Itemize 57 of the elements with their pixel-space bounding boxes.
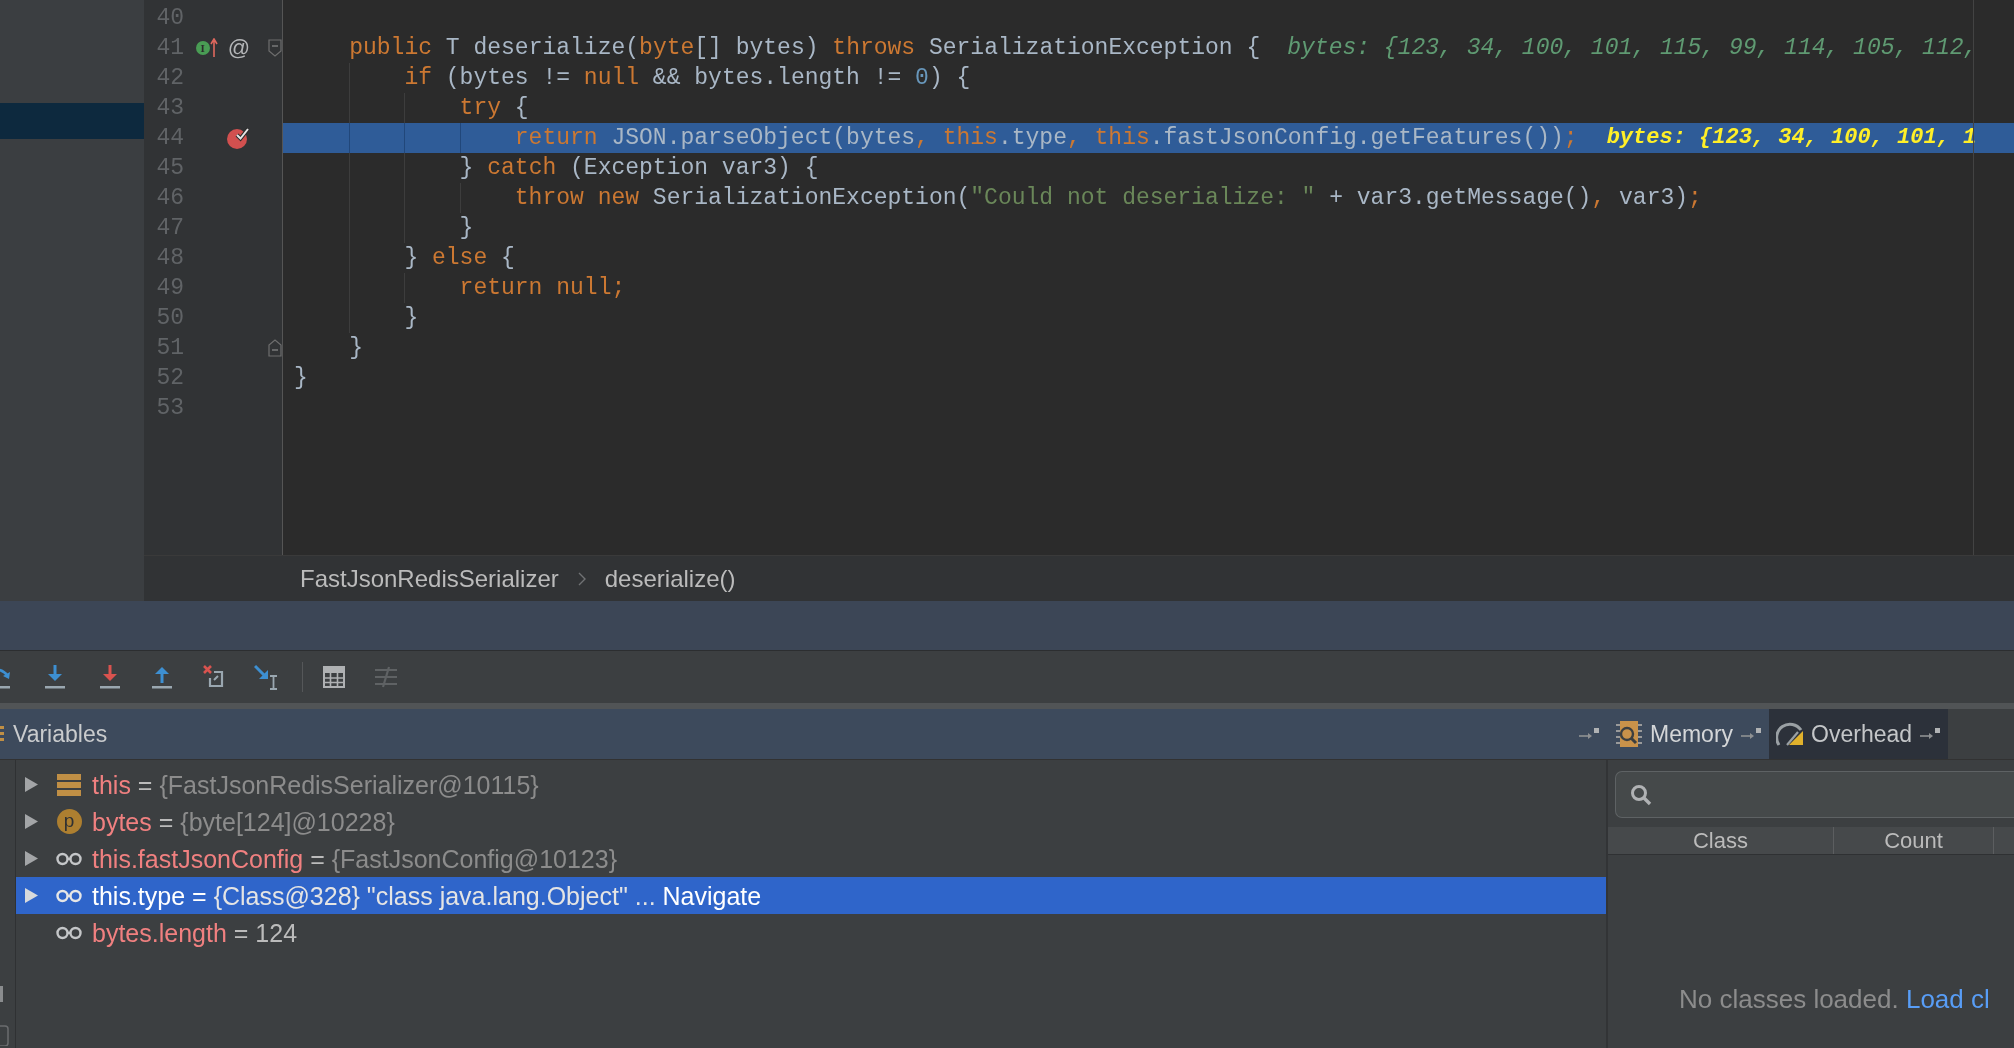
cross-box-icon[interactable] [202, 664, 226, 690]
gauge-icon [1776, 722, 1805, 746]
search-field[interactable] [1615, 771, 2014, 818]
expand-arrow-icon[interactable] [25, 888, 39, 903]
column-header[interactable]: Class [1608, 827, 1834, 854]
expand-arrow-icon[interactable] [25, 814, 39, 829]
up-arrow-icon[interactable] [150, 664, 174, 690]
panel-tab[interactable]: Overhead [1769, 709, 1949, 759]
variable-row[interactable]: this.fastJsonConfig = {FastJsonConfig@10123} [16, 840, 1606, 877]
empty-message: No classes loaded. Load cl [1679, 983, 1991, 1015]
cut-panel-drawing [0, 986, 9, 1046]
expand-arrow-icon[interactable] [25, 777, 39, 792]
code-line: return JSON.parseObject(bytes, this.type, this.fastJsonConfig.getFeatures()); [514, 124, 1578, 153]
list-icon [0, 725, 4, 743]
stacked-bars-icon [57, 773, 81, 796]
arrow-square-icon[interactable] [1578, 727, 1600, 741]
diagonal-arrow-cursor-icon[interactable] [253, 664, 279, 690]
code-line: } [349, 334, 363, 363]
breakpoint-icon[interactable] [226, 126, 250, 150]
inline-value: bytes: {123, 34, 100, 101, 1 [1606, 124, 1977, 152]
annotation-marker[interactable]: @ [227, 37, 250, 59]
arrow-square-icon[interactable] [1919, 727, 1942, 741]
variable-row[interactable]: bytes.length = 124 [16, 914, 1606, 951]
code-line: } [404, 304, 419, 333]
inline-value: bytes: {123, 34, 100, 101, 115, 99, 114, 105, 112, [1287, 34, 1978, 63]
search-icon [1630, 783, 1652, 806]
code-line: } else { [404, 244, 515, 273]
glasses-icon [56, 925, 82, 940]
chevron-right-icon [577, 571, 586, 586]
panel-title: Variables [13, 719, 108, 749]
column-header[interactable]: Count [1834, 827, 1994, 854]
variable-row[interactable]: p bytes = {byte[124]@10228} [16, 803, 1606, 840]
code-line: } [294, 364, 308, 393]
code-line: try { [459, 94, 529, 123]
glasses-icon [56, 888, 82, 903]
variable-row[interactable]: this = {FastJsonRedisSerializer@10115} [16, 766, 1606, 803]
code-line: } [459, 214, 474, 243]
fold-icon[interactable] [268, 39, 282, 57]
calculator-icon[interactable] [323, 666, 345, 688]
breadcrumb-item[interactable]: FastJsonRedisSerializer [300, 560, 559, 597]
down-arrow-icon[interactable] [43, 664, 67, 690]
chip-magnifier-icon [1615, 720, 1643, 748]
glasses-icon [56, 851, 82, 866]
code-line: return null; [459, 274, 626, 303]
down-arrow-icon[interactable] [98, 664, 122, 690]
fold-icon[interactable] [268, 339, 282, 357]
expand-arrow-icon[interactable] [25, 851, 39, 866]
load-classes-link[interactable]: Load cl [1905, 984, 1990, 1014]
navigate-link[interactable]: Navigate [662, 881, 762, 910]
arrow-square-icon[interactable] [1740, 727, 1763, 741]
variable-row[interactable]: this.type = {Class@328} "class java.lang.Object" ... Navigate [16, 877, 1606, 914]
code-line: if (bytes != null && bytes.length != 0) { [404, 64, 971, 93]
code-line: throw new SerializationException("Could not deserialize: " + var3.getMessage(), var3); [514, 184, 1702, 213]
code-line: public T deserialize(byte[] bytes) throws SerializationException { [349, 34, 1261, 63]
breadcrumb-item[interactable]: deserialize() [604, 560, 736, 597]
panel-tab[interactable]: Memory [1608, 709, 1770, 759]
code-line: } catch (Exception var3) { [459, 154, 819, 183]
